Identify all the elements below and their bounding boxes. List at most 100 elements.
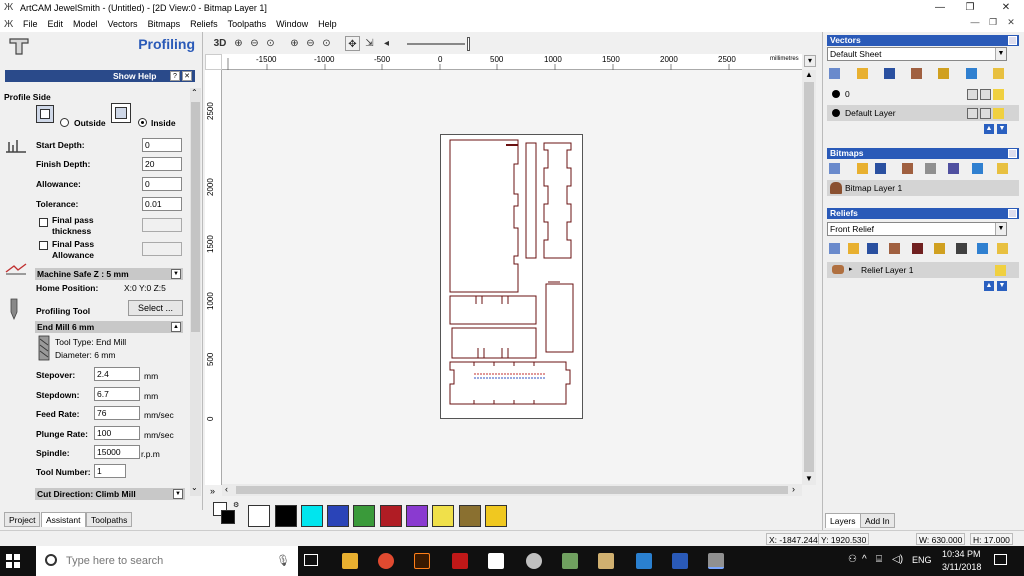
menu-reliefs[interactable]: Reliefs (185, 19, 223, 29)
move-up-icon[interactable]: ▲ (984, 281, 994, 291)
show-help-link[interactable]: Show Help (113, 70, 156, 82)
reliefs-select[interactable]: Front Relief ▼ (827, 222, 1007, 236)
final-pass-thickness-checkbox[interactable] (39, 218, 48, 227)
vectors-sheet-select[interactable]: Default Sheet ▼ (827, 47, 1007, 61)
move-down-icon[interactable]: ▼ (997, 124, 1007, 134)
layer-edit-icon[interactable] (980, 108, 991, 119)
cut-direction-header[interactable]: Cut Direction: Climb Mill ▼ (35, 488, 185, 500)
tab-add-in[interactable]: Add In (860, 513, 895, 528)
menu-file[interactable]: File (18, 19, 43, 29)
relief-layer-row[interactable]: ▸ Relief Layer 1 (827, 262, 1019, 278)
pin-icon[interactable] (1008, 149, 1017, 158)
mdi-close-button[interactable]: ✕ (1004, 17, 1018, 28)
inside-profile-icon[interactable] (111, 103, 131, 123)
zoom-out-icon[interactable]: ⊖ (247, 36, 262, 51)
start-depth-input[interactable]: 0 (142, 138, 182, 152)
pin-icon[interactable] (1008, 36, 1017, 45)
tab-assistant[interactable]: Assistant (41, 512, 86, 527)
layer-edit-icon[interactable] (980, 89, 991, 100)
volume-icon[interactable]: ◁) (892, 554, 903, 565)
pan-icon[interactable]: ✥ (345, 36, 360, 51)
color-swatch[interactable] (406, 505, 428, 527)
panel-toggle-icon[interactable]: » (210, 486, 215, 496)
light-icon[interactable] (993, 68, 1004, 79)
layer-light-icon[interactable] (993, 89, 1004, 100)
illustrator-icon[interactable] (414, 553, 430, 569)
merge-icon[interactable] (902, 163, 913, 174)
color-swatch[interactable] (485, 505, 507, 527)
scroll-right-arrow-icon[interactable]: › (792, 484, 795, 494)
tab-project[interactable]: Project (4, 512, 41, 527)
save-icon[interactable] (867, 243, 878, 254)
open-icon[interactable] (857, 68, 868, 79)
tool-number-input[interactable]: 1 (94, 464, 126, 478)
outside-profile-icon[interactable] (36, 105, 54, 123)
new-layer-icon[interactable] (829, 68, 840, 79)
save-icon[interactable] (875, 163, 886, 174)
swap-colors-icon[interactable]: ⚙ (233, 501, 239, 509)
canvas-vertical-scrollbar[interactable]: ▲ ▼ (802, 70, 816, 485)
artcam-icon[interactable] (708, 553, 724, 569)
zoom-box-icon[interactable]: ⊕ (287, 36, 302, 51)
color-swatch[interactable] (380, 505, 402, 527)
panel-scrollbar[interactable]: ⌃ ⌄ (190, 88, 201, 496)
bake-icon[interactable] (934, 243, 945, 254)
tool-header[interactable]: End Mill 6 mm ▲ (35, 321, 183, 333)
zoom-fit-icon[interactable]: ⊙ (263, 36, 278, 51)
color-swatch[interactable] (301, 505, 323, 527)
zoom-previous-icon[interactable]: ⊖ (303, 36, 318, 51)
merge-icon[interactable] (911, 68, 922, 79)
microphone-icon[interactable]: 🎙 (276, 546, 290, 576)
zoom-slider-track[interactable] (407, 43, 465, 45)
collapse-icon[interactable]: ▲ (171, 322, 181, 332)
bitmap-layer-row[interactable]: Bitmap Layer 1 (827, 180, 1019, 196)
mdi-restore-button[interactable]: ❐ (986, 17, 1000, 28)
export-icon[interactable] (925, 163, 936, 174)
finish-depth-input[interactable]: 20 (142, 157, 182, 171)
app-icon[interactable] (598, 553, 614, 569)
tolerance-input[interactable]: 0.01 (142, 197, 182, 211)
final-pass-allowance-checkbox[interactable] (39, 241, 48, 250)
primary-color-swatch[interactable] (221, 510, 235, 524)
menu-help[interactable]: Help (313, 19, 342, 29)
combine-icon[interactable] (912, 243, 923, 254)
fill-icon[interactable] (966, 68, 977, 79)
minimize-button[interactable]: — (926, 0, 954, 16)
chevron-down-icon[interactable]: ▼ (995, 48, 1006, 60)
open-icon[interactable] (857, 163, 868, 174)
drawing-canvas[interactable] (222, 70, 802, 485)
app-icon[interactable] (452, 553, 468, 569)
merge-icon[interactable] (889, 243, 900, 254)
select-icon[interactable]: ⇲ (362, 36, 377, 51)
vector-layer-row[interactable]: 0 (827, 86, 1019, 102)
freeze-icon[interactable] (956, 243, 967, 254)
file-explorer-icon[interactable] (342, 553, 358, 569)
scroll-down-icon[interactable]: ⌄ (191, 483, 198, 492)
doc-icon[interactable]: Ж (4, 19, 18, 30)
color-swatch[interactable] (275, 505, 297, 527)
checklist-icon[interactable] (488, 553, 504, 569)
spindle-input[interactable]: 15000 (94, 445, 140, 459)
expand-arrow-icon[interactable]: ▸ (849, 262, 853, 278)
tab-toolpaths[interactable]: Toolpaths (86, 512, 133, 527)
allowance-input[interactable]: 0 (142, 177, 182, 191)
final-pass-allowance-input[interactable] (142, 242, 182, 256)
scroll-down-arrow-icon[interactable]: ▼ (805, 474, 813, 483)
scroll-up-icon[interactable]: ⌃ (191, 88, 198, 97)
layer-visibility-icon[interactable] (967, 108, 978, 119)
3d-view-button[interactable]: 3D (211, 36, 229, 51)
fill-icon[interactable] (972, 163, 983, 174)
app-icon[interactable] (526, 553, 542, 569)
maximize-button[interactable]: ❐ (956, 0, 984, 16)
show-hidden-icon[interactable]: ^ (862, 554, 867, 565)
color-swatch[interactable] (248, 505, 270, 527)
menu-edit[interactable]: Edit (43, 19, 69, 29)
zoom-in-icon[interactable]: ⊕ (231, 36, 246, 51)
layer-visibility-icon[interactable] (967, 89, 978, 100)
people-icon[interactable]: ⚇ (848, 554, 857, 565)
final-pass-thickness-input[interactable] (142, 218, 182, 232)
move-down-icon[interactable]: ▼ (997, 281, 1007, 291)
canvas-horizontal-scrollbar[interactable]: ‹ › (222, 484, 802, 496)
menu-window[interactable]: Window (271, 19, 313, 29)
menu-model[interactable]: Model (68, 19, 103, 29)
